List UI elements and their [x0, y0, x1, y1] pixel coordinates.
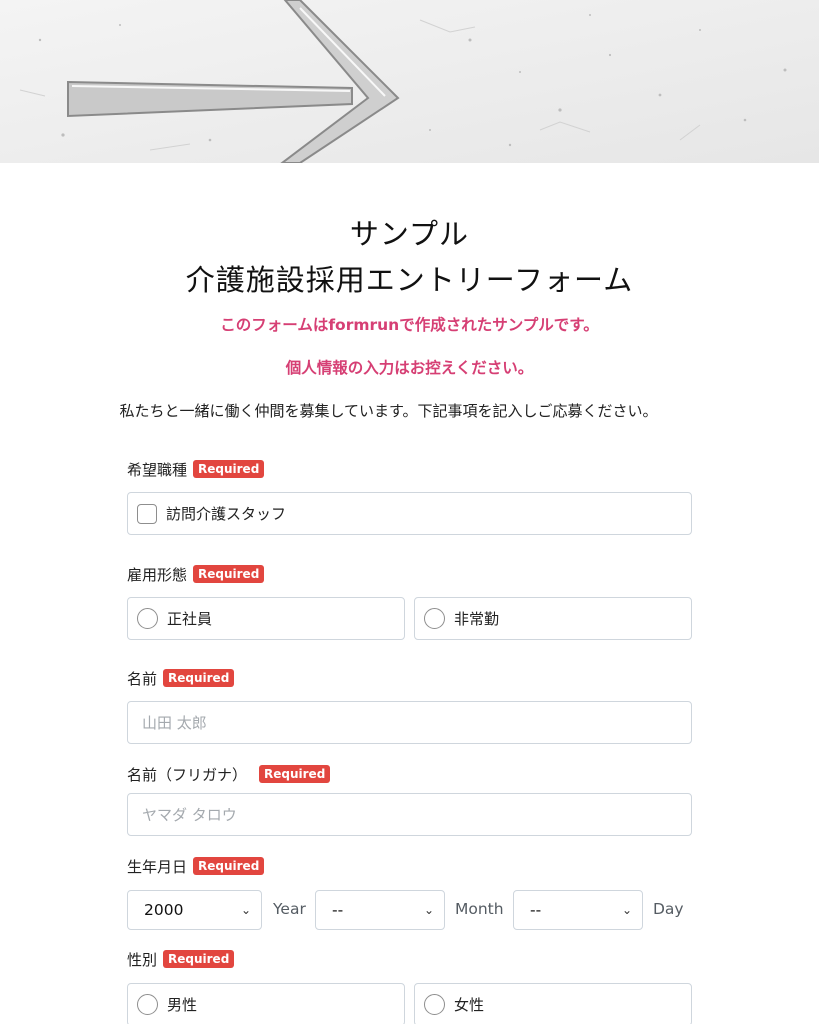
required-badge: Required: [163, 950, 235, 968]
name-kana-label: 名前（フリガナ） Required: [127, 763, 331, 785]
required-badge: Required: [259, 765, 331, 783]
privacy-notice: 個人情報の入力はお控えください。: [285, 359, 534, 377]
gender-label: 性別 Required: [127, 948, 235, 970]
checkbox-icon[interactable]: [137, 503, 157, 524]
employment-option-parttime[interactable]: 非常勤: [414, 597, 692, 640]
job-type-option-home-care[interactable]: 訪問介護スタッフ: [127, 492, 692, 535]
employment-label-text: 雇用形態: [127, 565, 188, 584]
month-unit-label: Month: [455, 900, 504, 918]
sample-notice: このフォームはformrunで作成されたサンプルです。: [220, 316, 599, 334]
day-unit-label: Day: [653, 900, 684, 918]
hero-image-arrow: [0, 0, 819, 163]
birth-day-value: --: [530, 901, 542, 919]
radio-icon[interactable]: [424, 608, 445, 629]
employment-option-label: 非常勤: [454, 610, 500, 628]
required-badge: Required: [193, 460, 265, 478]
employment-label: 雇用形態 Required: [127, 563, 265, 585]
radio-icon[interactable]: [137, 608, 158, 629]
chevron-down-icon: ⌄: [423, 903, 434, 917]
chevron-down-icon: ⌄: [621, 903, 632, 917]
gender-option-label: 女性: [454, 996, 485, 1014]
birthdate-label-text: 生年月日: [127, 857, 188, 876]
birth-day-select[interactable]: -- ⌄: [513, 890, 643, 930]
required-badge: Required: [193, 857, 265, 875]
chevron-down-icon: ⌄: [240, 903, 251, 917]
form-title-line2: 介護施設採用エントリーフォーム: [185, 263, 634, 297]
birth-month-select[interactable]: -- ⌄: [315, 890, 445, 930]
birthdate-label: 生年月日 Required: [127, 855, 265, 877]
name-input[interactable]: [127, 701, 692, 744]
birth-year-select[interactable]: 2000 ⌄: [127, 890, 262, 930]
required-badge: Required: [193, 565, 265, 583]
birth-year-value: 2000: [144, 901, 184, 919]
name-kana-input[interactable]: [127, 793, 692, 836]
gender-option-label: 男性: [167, 996, 198, 1014]
radio-icon[interactable]: [137, 994, 158, 1015]
gender-label-text: 性別: [127, 950, 158, 969]
employment-option-label: 正社員: [167, 610, 213, 628]
name-label-text: 名前: [127, 669, 158, 688]
job-type-option-label: 訪問介護スタッフ: [166, 505, 287, 523]
name-label: 名前 Required: [127, 667, 235, 689]
required-badge: Required: [163, 669, 235, 687]
arrow-graphic: [0, 0, 819, 163]
year-unit-label: Year: [273, 900, 306, 918]
gender-option-male[interactable]: 男性: [127, 983, 405, 1024]
birth-month-value: --: [332, 901, 344, 919]
job-type-label-text: 希望職種: [127, 460, 188, 479]
gender-option-female[interactable]: 女性: [414, 983, 692, 1024]
name-kana-label-text: 名前（フリガナ）: [127, 765, 248, 784]
job-type-label: 希望職種 Required: [127, 458, 265, 480]
form-title-line1: サンプル: [349, 217, 470, 251]
radio-icon[interactable]: [424, 994, 445, 1015]
intro-text: 私たちと一緒に働く仲間を募集しています。下記事項を記入しご応募ください。: [119, 402, 658, 420]
employment-option-fulltime[interactable]: 正社員: [127, 597, 405, 640]
